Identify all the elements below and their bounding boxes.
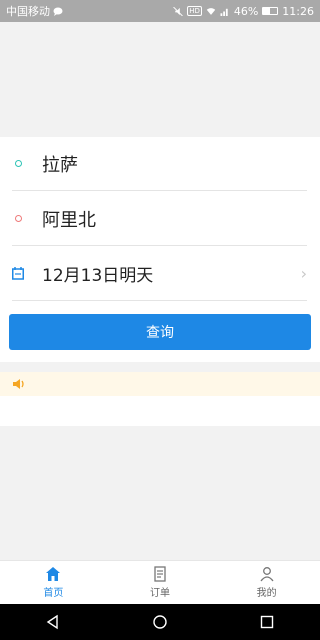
- wifi-icon: [206, 7, 216, 15]
- home-button-icon[interactable]: [152, 614, 168, 630]
- chevron-right-icon: ›: [300, 264, 307, 283]
- to-city-row[interactable]: 阿里北: [12, 192, 307, 246]
- tab-home[interactable]: 首页: [0, 561, 107, 604]
- hd-badge: HD: [187, 6, 202, 16]
- tab-orders-label: 订单: [150, 588, 170, 599]
- notice-bar[interactable]: [0, 372, 320, 396]
- banner-area: [0, 22, 320, 137]
- signal-icon: [220, 8, 228, 16]
- date-row[interactable]: 12月13日明天 ›: [12, 247, 307, 301]
- tab-profile-label: 我的: [256, 588, 277, 599]
- order-icon: [154, 566, 166, 582]
- status-bar: 中国移动 HD 46% 11:26: [0, 0, 320, 22]
- tab-home-label: 首页: [43, 588, 64, 599]
- recent-apps-icon[interactable]: [259, 614, 275, 630]
- mute-icon: [173, 6, 184, 16]
- bottom-tab-bar: 首页 订单 我的: [0, 560, 320, 604]
- tab-profile[interactable]: 我的: [213, 561, 320, 604]
- to-city: 阿里北: [42, 209, 96, 231]
- home-icon: [46, 567, 61, 581]
- clock: 11:26: [282, 4, 314, 18]
- to-dot-icon: [15, 215, 22, 222]
- tab-orders[interactable]: 订单: [107, 561, 214, 604]
- date-value: 12月13日明天: [42, 266, 154, 286]
- notice-content: [0, 396, 320, 426]
- from-city: 拉萨: [42, 154, 78, 176]
- system-nav-bar: [0, 604, 320, 640]
- user-icon: [260, 567, 274, 582]
- speaker-icon: [13, 379, 24, 389]
- back-icon[interactable]: [45, 614, 61, 630]
- carrier-label: 中国移动: [6, 5, 50, 18]
- battery-icon: [262, 7, 279, 15]
- query-button[interactable]: 查询: [9, 314, 311, 350]
- message-icon: [53, 7, 63, 16]
- battery-percent: 46%: [233, 4, 259, 18]
- from-dot-icon: [15, 160, 22, 167]
- calendar-icon: [12, 267, 24, 280]
- from-city-row[interactable]: 拉萨: [12, 137, 307, 191]
